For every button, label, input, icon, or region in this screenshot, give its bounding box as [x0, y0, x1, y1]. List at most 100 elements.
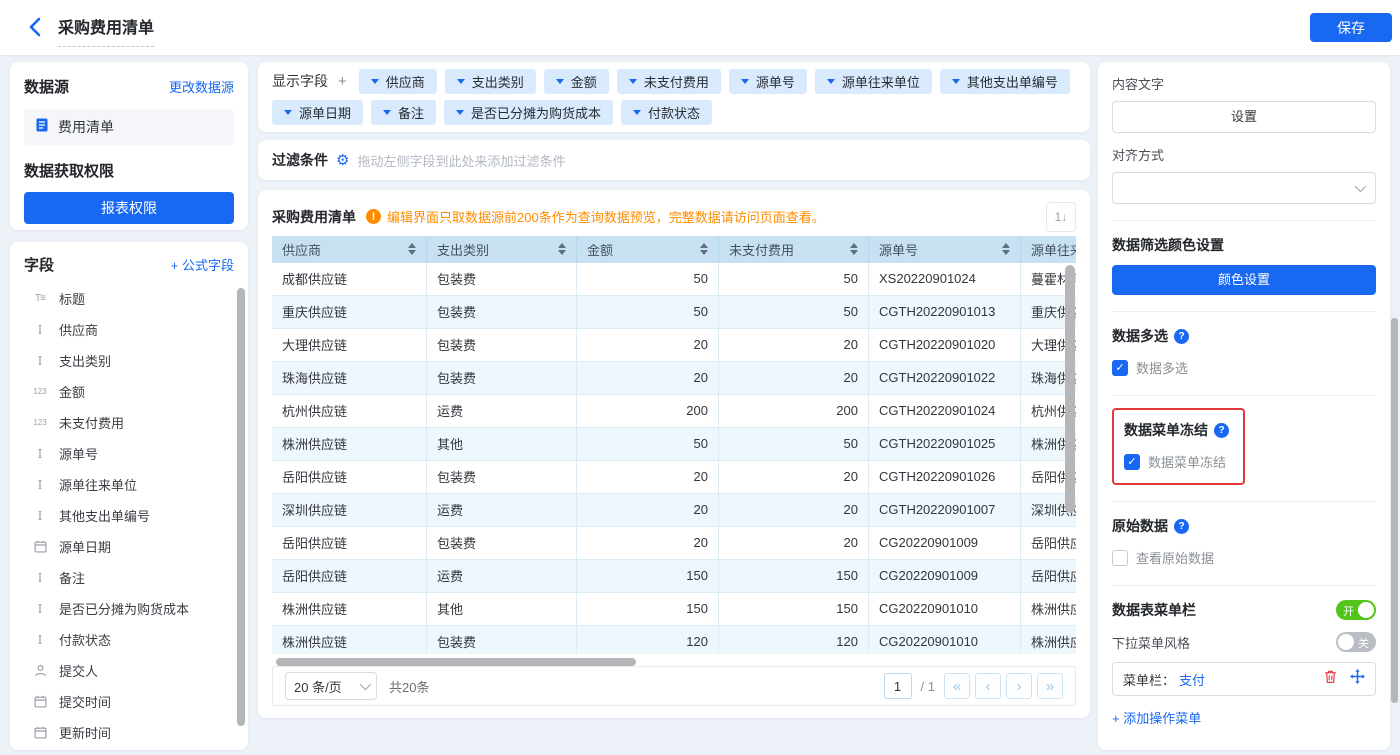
first-page-button[interactable]: « [944, 673, 970, 700]
table-row[interactable]: 珠海供应链包装费2020CGTH20220901022珠海供应链 [272, 361, 1076, 395]
column-header[interactable]: 供应商 [272, 235, 427, 263]
page-scrollbar[interactable] [1391, 318, 1398, 703]
display-field-chip[interactable]: 源单日期 [272, 100, 364, 125]
chevron-down-icon[interactable] [740, 79, 749, 84]
display-field-chip[interactable]: 备注 [371, 100, 437, 125]
change-datasource-link[interactable]: 更改数据源 [169, 77, 234, 96]
table-row[interactable]: 岳阳供应链包装费2020CGTH20220901026岳阳供应链 [272, 460, 1076, 494]
display-field-chip[interactable]: 供应商 [358, 69, 437, 94]
report-permission-button[interactable]: 报表权限 [24, 192, 234, 224]
sidebar-field-item[interactable]: 123 未支付费用 [24, 407, 234, 438]
display-field-chip[interactable]: 其他支出单编号 [939, 69, 1070, 94]
table-row[interactable]: 岳阳供应链运费150150CG20220901009岳阳供应链 [272, 559, 1076, 593]
table-row[interactable]: 大理供应链包装费2020CGTH20220901020大理供应链 [272, 328, 1076, 362]
sort-arrows-icon[interactable] [1002, 243, 1010, 256]
multiselect-checkbox-row[interactable]: ✓ 数据多选 [1112, 358, 1376, 377]
display-field-chip[interactable]: 金额 [543, 69, 609, 94]
color-settings-button[interactable]: 颜色设置 [1112, 265, 1376, 295]
sidebar-field-item[interactable]: I 其他支出单编号 [24, 500, 234, 531]
back-icon[interactable] [26, 16, 46, 38]
fields-scrollbar[interactable] [237, 288, 245, 726]
sort-desc-icon[interactable] [1002, 250, 1010, 256]
filter-dropzone-hint[interactable]: 拖动左侧字段到此处来添加过滤条件 [357, 151, 565, 170]
display-field-chip[interactable]: 是否已分摊为购货成本 [444, 100, 614, 125]
table-row[interactable]: 株洲供应链其他150150CG20220901010株洲供应链 [272, 592, 1076, 626]
table-vertical-scrollbar[interactable] [1065, 264, 1075, 513]
dropdown-style-toggle-off[interactable]: 关 [1336, 632, 1376, 652]
help-icon[interactable]: ? [1174, 518, 1189, 534]
column-header[interactable]: 源单号 [869, 235, 1021, 263]
help-icon[interactable]: ? [1214, 422, 1229, 438]
chevron-down-icon[interactable] [826, 79, 835, 84]
chevron-down-icon[interactable] [284, 110, 292, 115]
table-row[interactable]: 株洲供应链其他5050CGTH20220901025株洲供应链 [272, 427, 1076, 461]
display-field-chip[interactable]: 源单往来单位 [814, 69, 932, 94]
sort-arrows-icon[interactable] [408, 243, 416, 256]
align-select[interactable] [1112, 172, 1376, 204]
chevron-down-icon[interactable] [383, 110, 392, 115]
table-row[interactable]: 株洲供应链包装费120120CG20220901010株洲供应链 [272, 625, 1076, 654]
display-field-chip[interactable]: 源单号 [728, 69, 807, 94]
sort-asc-icon[interactable] [408, 243, 416, 249]
table-horizontal-scrollbar[interactable] [272, 657, 1076, 667]
trash-icon[interactable] [1323, 669, 1338, 689]
sort-arrows-icon[interactable] [700, 243, 708, 256]
table-row[interactable]: 岳阳供应链包装费2020CG20220901009岳阳供应链 [272, 526, 1076, 560]
save-button[interactable]: 保存 [1310, 13, 1392, 42]
freeze-checkbox-row[interactable]: ✓ 数据菜单冻结 [1124, 452, 1229, 471]
sort-desc-icon[interactable] [850, 250, 858, 256]
raw-data-checkbox-row[interactable]: 查看原始数据 [1112, 548, 1376, 567]
move-icon[interactable] [1350, 669, 1365, 689]
chevron-down-icon[interactable] [370, 79, 379, 84]
column-header[interactable]: 支出类别 [427, 235, 577, 263]
current-page-input[interactable]: 1 [883, 673, 912, 700]
sort-asc-icon[interactable] [700, 243, 708, 249]
sort-asc-icon[interactable] [1002, 243, 1010, 249]
menubar-toggle-on[interactable]: 开 [1336, 600, 1376, 620]
checkbox-checked-icon[interactable]: ✓ [1124, 453, 1140, 470]
display-field-chip[interactable]: 付款状态 [621, 100, 713, 125]
sidebar-field-item[interactable]: 提交时间 [24, 686, 234, 717]
column-header[interactable]: 未支付费用 [719, 235, 869, 263]
table-row[interactable]: 杭州供应链运费200200CGTH20220901024杭州供应链 [272, 394, 1076, 428]
chevron-down-icon[interactable] [628, 79, 637, 84]
add-operation-menu-link[interactable]: + 添加操作菜单 [1112, 708, 1376, 727]
help-icon[interactable]: ? [1174, 328, 1189, 344]
sort-desc-icon[interactable] [408, 250, 416, 256]
checkbox-checked-icon[interactable]: ✓ [1112, 359, 1128, 376]
chevron-down-icon[interactable] [456, 79, 465, 84]
last-page-button[interactable]: » [1037, 673, 1063, 700]
prev-page-button[interactable]: ‹ [975, 673, 1001, 700]
sidebar-field-item[interactable]: I 源单往来单位 [24, 469, 234, 500]
sort-asc-icon[interactable] [850, 243, 858, 249]
column-header[interactable]: 源单往来单位 [1021, 236, 1076, 263]
sort-order-button[interactable]: 1↓ [1046, 202, 1076, 232]
sidebar-field-item[interactable]: 源单日期 [24, 531, 234, 562]
table-row[interactable]: 成都供应链包装费5050XS20220901024蔓霍材料 [272, 262, 1076, 296]
sidebar-field-item[interactable]: 提交人 [24, 655, 234, 686]
table-row[interactable]: 重庆供应链包装费5050CGTH20220901013重庆供应链 [272, 295, 1076, 329]
sort-arrows-icon[interactable] [558, 243, 566, 256]
next-page-button[interactable]: › [1006, 673, 1032, 700]
add-display-field-icon[interactable]: + [338, 69, 347, 94]
chevron-down-icon[interactable] [555, 79, 564, 84]
chevron-down-icon[interactable] [633, 110, 642, 115]
sidebar-field-item[interactable]: 123 金额 [24, 376, 234, 407]
sidebar-field-item[interactable]: I 付款状态 [24, 624, 234, 655]
sidebar-field-item[interactable]: 更新时间 [24, 717, 234, 748]
display-field-chip[interactable]: 未支付费用 [616, 69, 721, 94]
checkbox-unchecked-icon[interactable] [1112, 549, 1128, 566]
chevron-down-icon[interactable] [456, 110, 465, 115]
sort-arrows-icon[interactable] [850, 243, 858, 256]
gear-icon[interactable]: ⚙ [336, 153, 349, 168]
sidebar-field-item[interactable]: I 源单号 [24, 438, 234, 469]
column-header[interactable]: 金额 [577, 235, 719, 263]
menu-item-link[interactable]: 支付 [1179, 670, 1205, 689]
table-row[interactable]: 深圳供应链运费2020CGTH20220901007深圳供应链 [272, 493, 1076, 527]
display-field-chip[interactable]: 支出类别 [444, 69, 536, 94]
chevron-down-icon[interactable] [951, 79, 960, 84]
content-text-settings-button[interactable]: 设置 [1112, 101, 1376, 133]
sidebar-field-item[interactable]: I 是否已分摊为购货成本 [24, 593, 234, 624]
add-formula-field-link[interactable]: + 公式字段 [171, 255, 234, 274]
sort-desc-icon[interactable] [558, 250, 566, 256]
